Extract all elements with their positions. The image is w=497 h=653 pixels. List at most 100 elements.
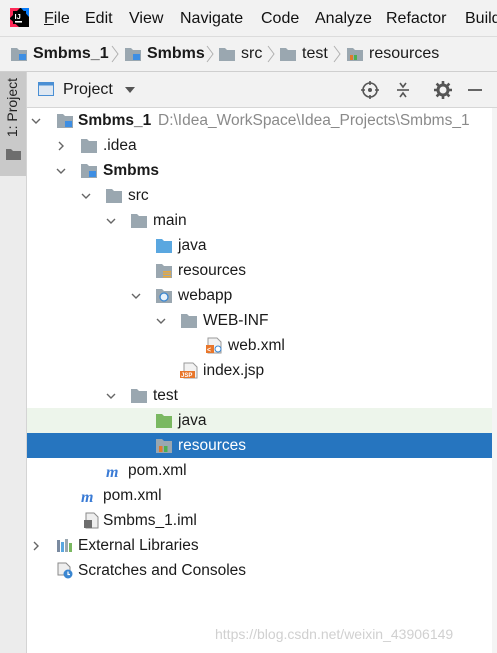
web-xml-file-icon: < <box>206 337 222 354</box>
tree-node-label: Scratches and Consoles <box>78 562 247 579</box>
module-folder-icon <box>125 48 141 61</box>
tree-node-test-resources[interactable]: resources <box>27 433 492 458</box>
chevron-right-icon[interactable] <box>56 141 66 151</box>
iml-file-icon <box>84 512 99 529</box>
tree-node-webapp[interactable]: webapp <box>27 283 492 308</box>
chevron-right-icon <box>206 45 214 63</box>
tree-node-index-jsp[interactable]: JSP index.jsp <box>27 358 492 383</box>
chevron-down-icon[interactable] <box>81 191 91 201</box>
menu-bar: IJ File Edit View Navigate Code Analyze … <box>0 0 497 36</box>
tree-node-iml[interactable]: Smbms_1.iml <box>27 508 492 533</box>
project-view-selector[interactable]: Project <box>63 81 113 99</box>
test-source-folder-icon <box>156 414 172 428</box>
chevron-down-icon[interactable] <box>56 166 66 176</box>
chevron-right-icon <box>267 45 275 63</box>
breadcrumb-module[interactable]: Smbms <box>124 44 205 64</box>
navigation-bar: Smbms_1 Smbms src test resources <box>0 36 497 72</box>
tree-node-label: Smbms_1.iml <box>103 512 197 529</box>
tree-node-label: Smbms_1 <box>78 112 152 129</box>
menu-file[interactable]: File <box>44 9 70 28</box>
menu-view[interactable]: View <box>129 9 163 28</box>
tree-node-label: test <box>153 387 178 404</box>
chevron-down-icon[interactable] <box>125 87 135 94</box>
breadcrumb-label: test <box>302 45 328 62</box>
tree-node-external-libraries[interactable]: External Libraries <box>27 533 492 558</box>
tree-node-label: java <box>178 412 207 429</box>
project-tab-label: 1: Project <box>4 78 20 138</box>
tree-node-root-pom[interactable]: m pom.xml <box>27 483 492 508</box>
tree-node-label: web.xml <box>228 337 285 354</box>
resources-folder-icon <box>156 264 172 278</box>
tree-node-idea[interactable]: .idea <box>27 133 492 158</box>
chevron-down-icon[interactable] <box>106 391 116 401</box>
gear-icon[interactable] <box>433 80 453 100</box>
tree-node-label: java <box>178 237 207 254</box>
tree-node-main-java[interactable]: java <box>27 233 492 258</box>
module-folder-icon <box>81 164 97 178</box>
breadcrumb-src[interactable]: src <box>218 44 262 64</box>
chevron-down-icon[interactable] <box>156 316 166 326</box>
menu-code[interactable]: Code <box>261 9 299 28</box>
maven-icon: m <box>106 464 118 479</box>
tree-node-label: main <box>153 212 187 229</box>
tree-node-label: webapp <box>178 287 233 304</box>
menu-analyze[interactable]: Analyze <box>315 9 372 28</box>
tree-node-test[interactable]: test <box>27 383 492 408</box>
jsp-file-icon: JSP <box>180 362 198 379</box>
breadcrumb-resources[interactable]: resources <box>346 44 439 64</box>
project-tool-window-tab[interactable]: 1: Project <box>0 72 26 176</box>
locate-file-icon[interactable] <box>360 80 380 100</box>
test-resources-folder-icon <box>156 439 172 453</box>
chevron-down-icon[interactable] <box>131 291 141 301</box>
tree-node-label: External Libraries <box>78 537 199 554</box>
chevron-down-icon[interactable] <box>31 116 41 126</box>
folder-icon <box>106 189 122 203</box>
breadcrumb-label: src <box>241 45 263 62</box>
menu-build[interactable]: Build <box>465 9 497 28</box>
breadcrumb-test[interactable]: test <box>279 44 328 64</box>
tree-node-label: pom.xml <box>103 487 162 504</box>
svg-text:m: m <box>106 464 118 479</box>
tree-scrollbar[interactable] <box>492 108 497 653</box>
tree-node-test-java[interactable]: java <box>27 408 492 433</box>
breadcrumb-label: resources <box>369 45 440 62</box>
tree-node-label: resources <box>178 437 247 454</box>
folder-icon <box>131 214 147 228</box>
chevron-right-icon <box>111 45 119 63</box>
svg-text:m: m <box>81 489 93 504</box>
menu-edit[interactable]: Edit <box>85 9 113 28</box>
tree-node-label: pom.xml <box>128 462 187 479</box>
tree-node-path: D:\Idea_WorkSpace\Idea_Projects\Smbms_1 <box>158 112 470 129</box>
breadcrumb-project[interactable]: Smbms_1 <box>10 44 109 64</box>
test-resources-folder-icon <box>347 48 363 61</box>
tree-node-module-pom[interactable]: m pom.xml <box>27 458 492 483</box>
svg-text:IJ: IJ <box>15 12 21 21</box>
tree-node-root-project[interactable]: Smbms_1 D:\Idea_WorkSpace\Idea_Projects\… <box>27 108 492 133</box>
chevron-right-icon[interactable] <box>31 541 41 551</box>
left-tool-stripe: 1: Project <box>0 72 27 653</box>
project-view-icon <box>38 82 54 96</box>
folder-icon <box>6 149 21 160</box>
source-folder-icon <box>156 239 172 253</box>
tree-node-label: WEB-INF <box>203 312 269 329</box>
project-tree: Smbms_1 D:\Idea_WorkSpace\Idea_Projects\… <box>27 108 497 653</box>
project-panel-header: Project <box>27 72 497 108</box>
tree-node-label: .idea <box>103 137 137 154</box>
collapse-all-icon[interactable] <box>393 80 413 100</box>
svg-text:JSP: JSP <box>181 373 192 379</box>
minimize-icon[interactable] <box>465 80 485 100</box>
tree-node-module[interactable]: Smbms <box>27 158 492 183</box>
tree-node-web-inf[interactable]: WEB-INF <box>27 308 492 333</box>
tree-node-main-resources[interactable]: resources <box>27 258 492 283</box>
menu-refactor[interactable]: Refactor <box>386 9 446 28</box>
menu-navigate[interactable]: Navigate <box>180 9 243 28</box>
tree-node-label: Smbms <box>103 162 159 179</box>
folder-icon <box>131 389 147 403</box>
tree-node-src[interactable]: src <box>27 183 492 208</box>
breadcrumb-label: Smbms_1 <box>33 45 109 62</box>
project-folder-icon <box>11 48 27 61</box>
tree-node-scratches[interactable]: Scratches and Consoles <box>27 558 492 583</box>
chevron-down-icon[interactable] <box>106 216 116 226</box>
tree-node-main[interactable]: main <box>27 208 492 233</box>
tree-node-web-xml[interactable]: < web.xml <box>27 333 492 358</box>
